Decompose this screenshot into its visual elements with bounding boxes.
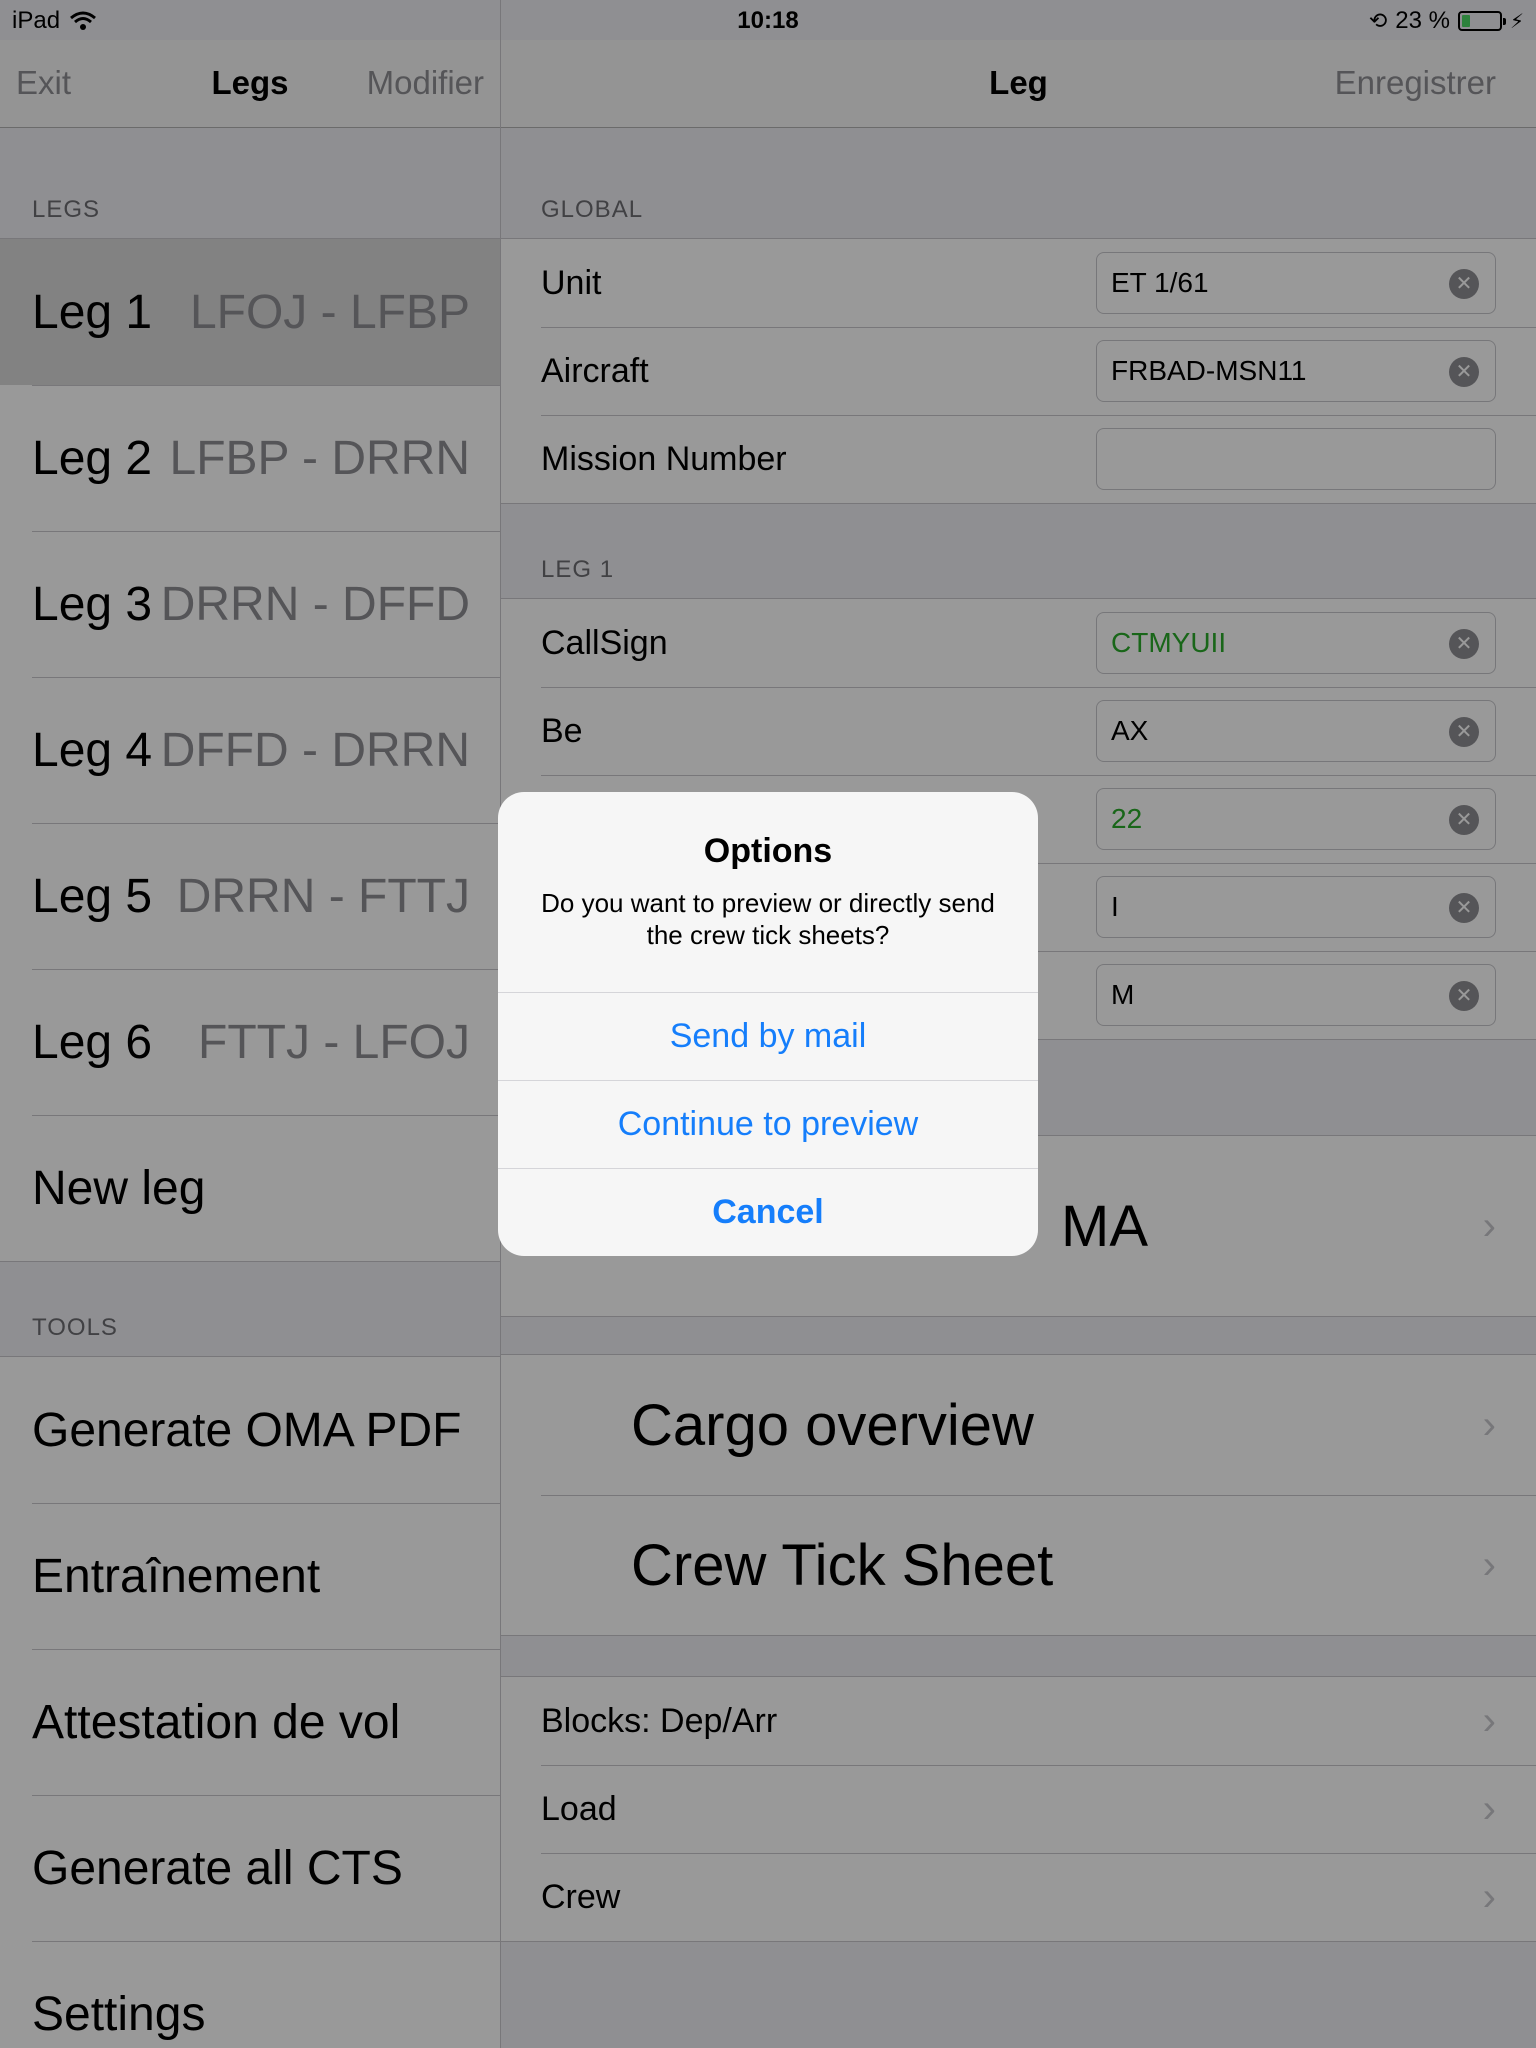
alert-title: Options	[703, 832, 833, 870]
alert-message: Do you want to preview or directly send …	[541, 888, 995, 950]
options-alert: Options Do you want to preview or direct…	[498, 792, 1038, 1256]
send-by-mail-button[interactable]: Send by mail	[498, 992, 1038, 1080]
cancel-button[interactable]: Cancel	[498, 1168, 1038, 1256]
continue-to-preview-button[interactable]: Continue to preview	[498, 1080, 1038, 1168]
